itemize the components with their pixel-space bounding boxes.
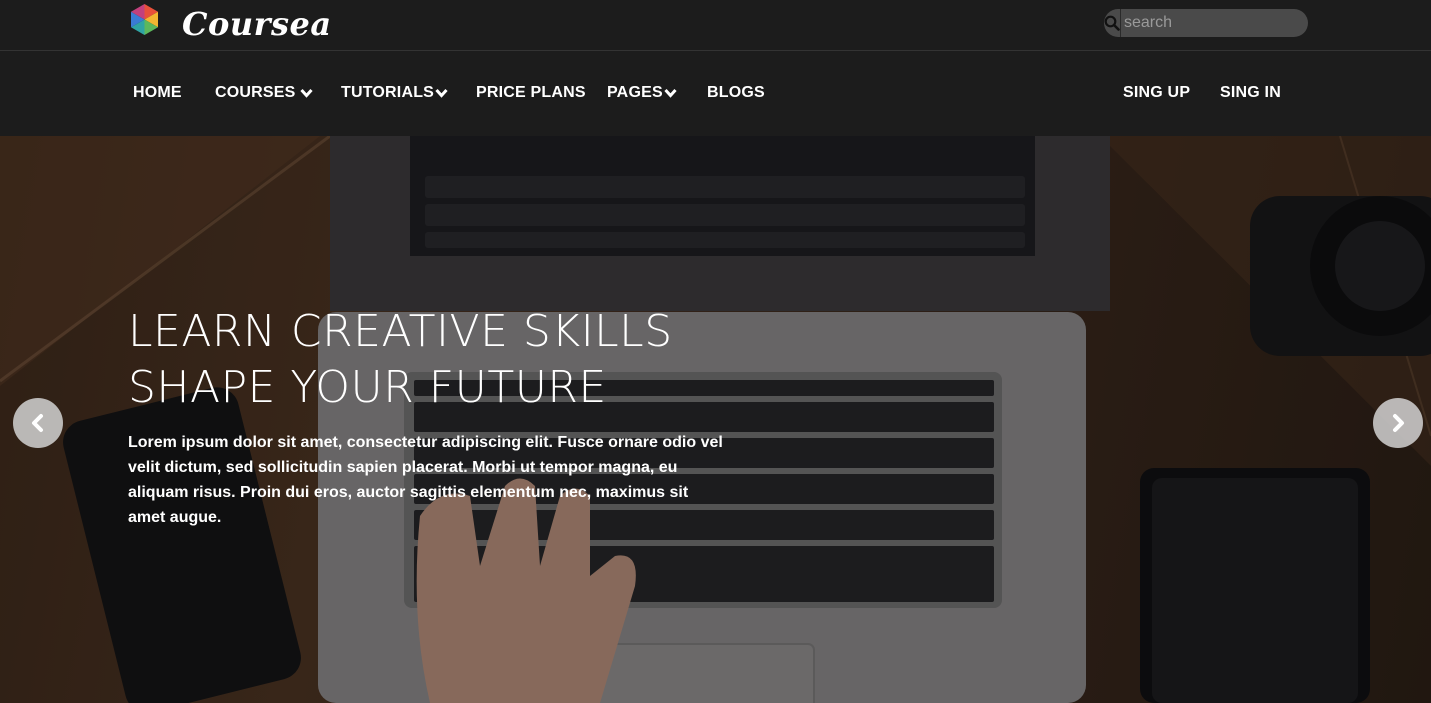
- hero-slider: LEARN CREATIVE SKILLS SHAPE YOUR FUTURE …: [0, 136, 1431, 703]
- hero-title-line: SHAPE YOUR FUTURE: [128, 362, 607, 413]
- slider-next-button[interactable]: [1373, 398, 1423, 448]
- search-icon[interactable]: [1104, 9, 1120, 37]
- nav-courses[interactable]: COURSES: [215, 84, 313, 102]
- main-nav: HOME COURSES TUTORIALS PRICE PLANS PAGES…: [0, 52, 1431, 136]
- top-bar: Coursea: [0, 0, 1431, 51]
- nav-label: SING UP: [1123, 84, 1191, 101]
- coursea-logo-icon: [131, 4, 158, 35]
- hero-title: LEARN CREATIVE SKILLS SHAPE YOUR FUTURE: [128, 304, 768, 416]
- nav-price-plans[interactable]: PRICE PLANS: [476, 84, 586, 102]
- sign-up-link[interactable]: SING UP: [1123, 84, 1190, 102]
- brand-logo[interactable]: Coursea: [128, 3, 331, 43]
- nav-tutorials[interactable]: TUTORIALS: [341, 84, 448, 102]
- nav-label: BLOGS: [707, 84, 765, 101]
- nav-label: HOME: [133, 84, 182, 101]
- nav-label: SING IN: [1220, 84, 1281, 101]
- nav-label: COURSES: [215, 84, 296, 101]
- slider-prev-button[interactable]: [13, 398, 63, 448]
- nav-home[interactable]: HOME: [133, 84, 182, 102]
- hero-title-line: LEARN CREATIVE SKILLS: [128, 306, 673, 357]
- chevron-down-icon: [664, 88, 677, 98]
- search-box: [1104, 9, 1331, 37]
- brand-name: Coursea: [182, 5, 332, 43]
- search-input[interactable]: [1120, 9, 1331, 37]
- nav-blogs[interactable]: BLOGS: [707, 84, 765, 102]
- sign-in-link[interactable]: SING IN: [1220, 84, 1281, 102]
- nav-label: PRICE PLANS: [476, 84, 586, 101]
- nav-pages[interactable]: PAGES: [607, 84, 677, 102]
- hero-description: Lorem ipsum dolor sit amet, consectetur …: [128, 434, 723, 526]
- chevron-down-icon: [435, 88, 448, 98]
- chevron-down-icon: [299, 88, 313, 98]
- nav-label: TUTORIALS: [341, 84, 435, 101]
- chevron-right-icon: [1393, 414, 1404, 432]
- hero-overlay: [0, 136, 1431, 703]
- chevron-left-icon: [32, 414, 43, 432]
- nav-label: PAGES: [607, 84, 663, 101]
